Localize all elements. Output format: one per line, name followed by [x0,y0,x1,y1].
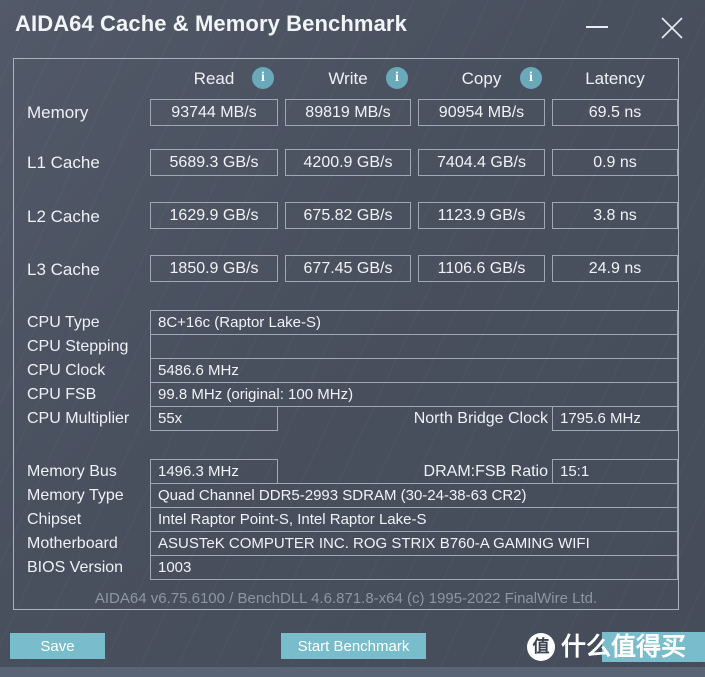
cell-memory-read: 93744 MB/s [150,99,278,126]
cell-l3-latency: 24.9 ns [552,255,678,282]
cell-l1-copy: 7404.4 GB/s [418,149,545,176]
minimize-button[interactable] [578,8,618,42]
value-chipset: Intel Raptor Point-S, Intel Raptor Lake-… [150,507,678,532]
label-memory-type: Memory Type [27,487,124,504]
label-memory-bus: Memory Bus [27,463,117,480]
label-motherboard: Motherboard [27,535,118,552]
minimize-icon [586,26,608,28]
cell-memory-latency: 69.5 ns [552,99,678,126]
save-button[interactable]: Save [10,633,105,659]
row-label-l1-cache: L1 Cache [27,153,100,172]
label-cpu-fsb: CPU FSB [27,386,97,403]
label-bios-version: BIOS Version [27,559,124,576]
cell-l3-read: 1850.9 GB/s [150,255,278,282]
label-dram-fsb-ratio: DRAM:FSB Ratio [423,463,548,480]
cell-l3-copy: 1106.6 GB/s [418,255,545,282]
watermark-badge-icon: 值 [527,633,555,661]
cell-l2-copy: 1123.9 GB/s [418,202,545,229]
value-north-bridge-clock: 1795.6 MHz [552,406,678,431]
value-cpu-stepping [150,334,678,359]
aida64-window: AIDA64 Cache & Memory Benchmark Read i W… [0,0,705,677]
value-cpu-multiplier: 55x [150,406,278,431]
value-memory-type: Quad Channel DDR5-2993 SDRAM (30-24-38-6… [150,483,678,508]
start-benchmark-button[interactable]: Start Benchmark [281,633,426,659]
value-dram-fsb-ratio: 15:1 [552,459,678,484]
label-chipset: Chipset [27,511,82,528]
value-bios-version: 1003 [150,555,678,580]
cell-l2-write: 675.82 GB/s [285,202,411,229]
row-label-l2-cache: L2 Cache [27,207,100,226]
cell-l1-read: 5689.3 GB/s [150,149,278,176]
value-cpu-clock: 5486.6 MHz [150,358,678,383]
label-north-bridge-clock: North Bridge Clock [413,410,548,427]
page-title: AIDA64 Cache & Memory Benchmark [15,11,407,36]
label-cpu-type: CPU Type [27,314,100,331]
bottom-strip [0,667,705,677]
title-bar: AIDA64 Cache & Memory Benchmark [0,0,705,56]
value-cpu-fsb: 99.8 MHz (original: 100 MHz) [150,382,678,407]
cell-memory-copy: 90954 MB/s [418,99,545,126]
cell-l3-write: 677.45 GB/s [285,255,411,282]
read-info-icon[interactable]: i [252,67,274,89]
cell-l2-read: 1629.9 GB/s [150,202,278,229]
value-motherboard: ASUSTeK COMPUTER INC. ROG STRIX B760-A G… [150,531,678,556]
column-header-latency: Latency [585,69,645,88]
label-cpu-stepping: CPU Stepping [27,338,129,355]
copy-info-icon[interactable]: i [520,67,542,89]
close-button[interactable] [652,8,692,42]
label-cpu-clock: CPU Clock [27,362,106,379]
label-cpu-multiplier: CPU Multiplier [27,410,130,427]
cell-memory-write: 89819 MB/s [285,99,411,126]
watermark-text: 什么值得买 [561,632,687,661]
row-label-memory: Memory [27,103,89,122]
value-memory-bus: 1496.3 MHz [150,459,278,484]
value-cpu-type: 8C+16c (Raptor Lake-S) [150,310,678,335]
cell-l2-latency: 3.8 ns [552,202,678,229]
close-icon [661,17,683,39]
cell-l1-latency: 0.9 ns [552,149,678,176]
write-info-icon[interactable]: i [386,67,408,89]
watermark-badge-text: 值 [532,637,550,657]
cell-l1-write: 4200.9 GB/s [285,149,411,176]
row-label-l3-cache: L3 Cache [27,260,100,279]
watermark: 值 什么值得买 [527,630,705,666]
version-text: AIDA64 v6.75.6100 / BenchDLL 4.6.871.8-x… [94,590,598,607]
